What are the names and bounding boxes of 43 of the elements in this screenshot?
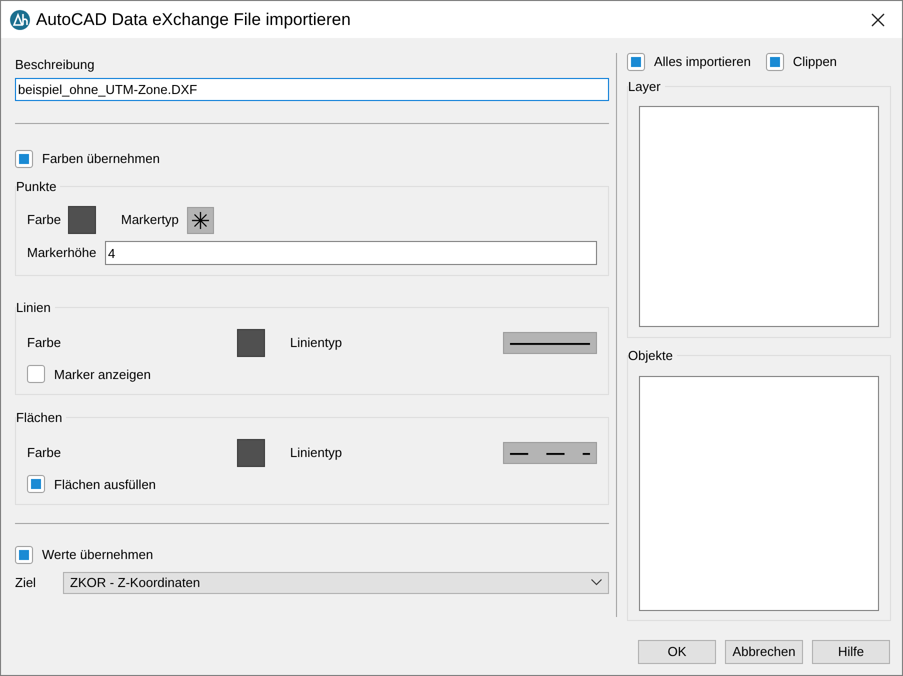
window-title: AutoCAD Data eXchange File importieren [36,8,351,31]
checkbox-label: Farben übernehmen [42,150,160,168]
field-label: Markerhöhe [27,244,98,262]
field-label: Farbe [27,211,62,230]
field-label: Beschreibung [15,56,96,73]
dialog-button[interactable]: Hilfe [812,640,890,664]
dialog-button[interactable]: Abbrechen [725,640,803,664]
group-title: Punkte [16,178,58,196]
asterisk-marker-icon [192,212,209,228]
color-swatch[interactable] [237,438,265,466]
chevron-down-icon [591,579,602,586]
field-label: Linientyp [290,444,344,462]
close-icon [871,12,885,26]
marker-type-button[interactable] [186,206,214,234]
checkbox-label: Werte übernehmen [42,546,154,564]
group-title: Layer [628,78,662,96]
checkbox[interactable] [627,52,645,71]
target-dropdown[interactable]: ZKOR - Z-Koordinaten [63,572,609,594]
dialog-button[interactable]: OK [638,640,716,664]
checkbox[interactable] [766,52,784,71]
field-label: Markertyp [121,211,179,230]
field-label: Farbe [27,334,62,352]
field-label: Ziel [15,574,37,592]
field-label: Linientyp [290,334,344,352]
color-swatch[interactable] [68,206,96,234]
checkbox[interactable] [15,150,33,168]
checkbox-label: Flächen ausfüllen [54,476,156,494]
checkbox-label: Alles importieren [654,53,751,71]
group-title: Linien [16,299,52,317]
group-title: Flächen [16,409,64,427]
group-title: Objekte [628,347,674,365]
app-logo-icon [10,10,30,30]
checkbox-label: Marker anzeigen [54,366,151,384]
line-style-swatch[interactable] [503,332,597,354]
description-field[interactable]: beispiel_ohne_UTM-Zone.DXF [15,78,609,101]
checkbox[interactable] [27,475,45,494]
line-style-swatch[interactable] [503,442,597,464]
color-swatch[interactable] [237,328,265,356]
checkbox[interactable] [27,365,45,384]
marker-height-field[interactable]: 4 [105,241,597,265]
checkbox[interactable] [15,546,33,564]
checkbox-label: Clippen [792,53,837,71]
field-label: Farbe [27,444,62,462]
